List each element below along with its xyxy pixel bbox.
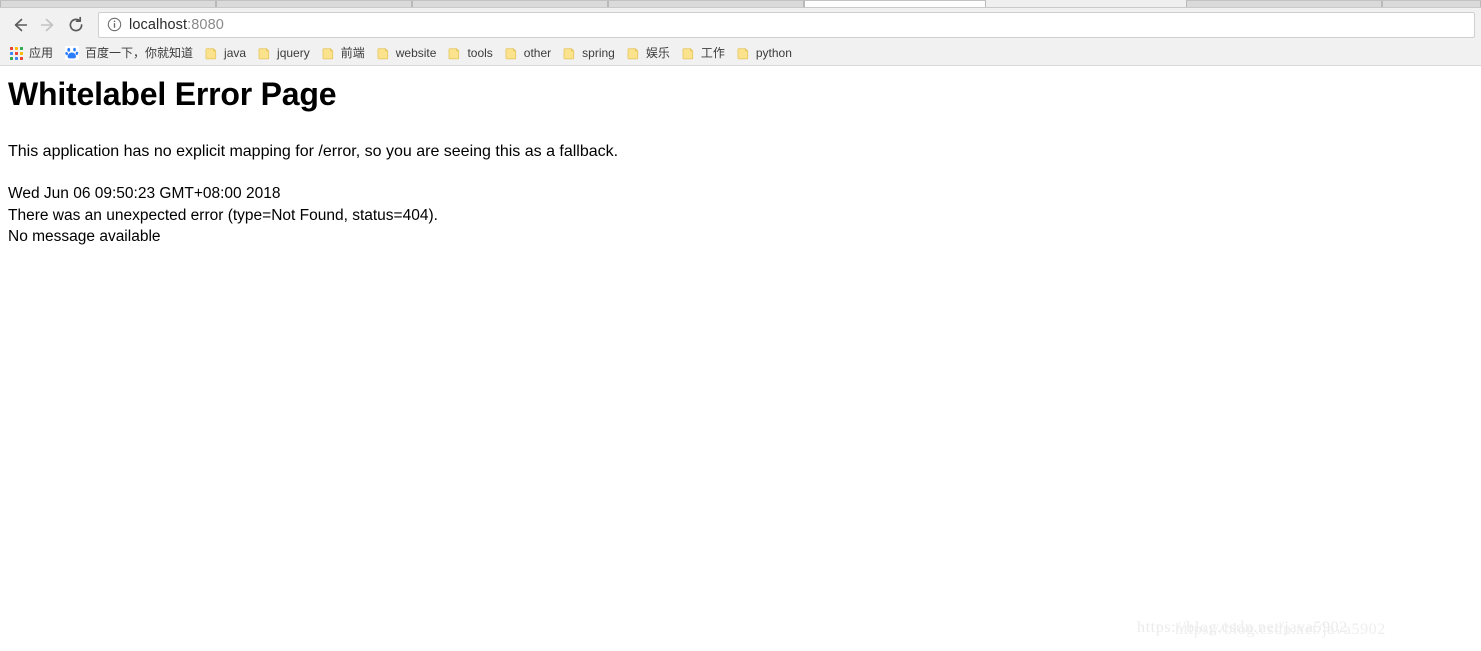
folder-icon — [682, 47, 695, 60]
folder-icon — [737, 47, 750, 60]
browser-tab[interactable] — [1186, 0, 1382, 7]
back-button[interactable] — [6, 11, 34, 39]
bookmark-label: jquery — [277, 46, 310, 60]
folder-icon — [505, 47, 518, 60]
error-message-line: No message available — [8, 228, 161, 246]
tab-strip — [0, 0, 1481, 8]
browser-tab[interactable] — [412, 0, 608, 7]
bookmark-folder-python[interactable]: python — [734, 43, 799, 64]
page-title: Whitelabel Error Page — [8, 76, 337, 112]
bookmark-label: tools — [467, 46, 493, 60]
url-host: localhost — [129, 16, 188, 33]
address-bar[interactable]: localhost:8080 — [98, 11, 1475, 38]
watermark: https://blog.csdn.net/java5902 https://b… — [1137, 617, 1467, 643]
bookmark-label: 娱乐 — [645, 46, 670, 60]
bookmark-folder-work[interactable]: 工作 — [679, 43, 732, 64]
browser-tab[interactable] — [608, 0, 804, 7]
reload-icon — [67, 16, 85, 34]
error-timestamp: Wed Jun 06 09:50:23 GMT+08:00 2018 — [8, 185, 281, 203]
apps-shortcut[interactable]: 应用 — [7, 43, 60, 64]
folder-icon — [377, 47, 390, 60]
url-display: localhost:8080 — [129, 17, 224, 33]
page-viewport: Whitelabel Error Page This application h… — [0, 66, 1481, 651]
info-circle-icon[interactable] — [107, 17, 122, 32]
bookmark-item-baidu[interactable]: 百度一下，你就知道 — [62, 43, 200, 64]
folder-icon — [322, 47, 335, 60]
browser-window: localhost:8080 应用 百度一下，你就知道 java jquery … — [0, 0, 1481, 651]
browser-tab[interactable] — [216, 0, 412, 7]
forward-button[interactable] — [34, 11, 62, 39]
bookmark-label: python — [755, 46, 792, 60]
bookmark-label: website — [395, 46, 437, 60]
bookmark-folder-jquery[interactable]: jquery — [255, 43, 317, 64]
bookmark-label: 工作 — [700, 46, 725, 60]
bookmark-folder-entertainment[interactable]: 娱乐 — [624, 43, 677, 64]
bookmark-folder-tools[interactable]: tools — [445, 43, 499, 64]
error-description: This application has no explicit mapping… — [8, 142, 619, 160]
tab-strip-empty — [986, 0, 1186, 7]
bookmark-label: 百度一下，你就知道 — [85, 46, 194, 60]
bookmarks-bar: 应用 百度一下，你就知道 java jquery 前端 website tool… — [0, 41, 1481, 66]
url-port: :8080 — [187, 16, 224, 33]
bookmark-folder-other[interactable]: other — [502, 43, 558, 64]
folder-icon — [205, 47, 218, 60]
apps-grid-icon — [10, 46, 23, 60]
error-page-content: Whitelabel Error Page This application h… — [0, 76, 1481, 248]
bookmark-label: other — [523, 46, 552, 60]
bookmark-label: 前端 — [340, 46, 365, 60]
bookmark-folder-website[interactable]: website — [374, 43, 444, 64]
reload-button[interactable] — [62, 11, 90, 39]
error-details: Wed Jun 06 09:50:23 GMT+08:00 2018 There… — [8, 183, 1473, 248]
bookmark-folder-spring[interactable]: spring — [560, 43, 622, 64]
watermark-line-2: https://blog.csdn.net/java5902 — [1175, 621, 1386, 638]
forward-arrow-icon — [39, 16, 57, 34]
browser-tab-active[interactable] — [804, 0, 986, 7]
error-status-line: There was an unexpected error (type=Not … — [8, 206, 438, 224]
folder-icon — [448, 47, 461, 60]
apps-shortcut-label: 应用 — [29, 46, 54, 60]
watermark-line-1: https://blog.csdn.net/java5902 — [1137, 619, 1348, 636]
baidu-favicon-icon — [65, 46, 80, 60]
folder-icon — [563, 47, 576, 60]
browser-toolbar: localhost:8080 — [0, 8, 1481, 41]
browser-tab[interactable] — [0, 0, 216, 7]
folder-icon — [258, 47, 271, 60]
bookmark-label: java — [224, 46, 247, 60]
bookmark-folder-frontend[interactable]: 前端 — [319, 43, 372, 64]
bookmark-folder-java[interactable]: java — [202, 43, 253, 64]
browser-tab[interactable] — [1382, 0, 1481, 7]
folder-icon — [627, 47, 640, 60]
back-arrow-icon — [11, 16, 29, 34]
bookmark-label: spring — [582, 46, 615, 60]
